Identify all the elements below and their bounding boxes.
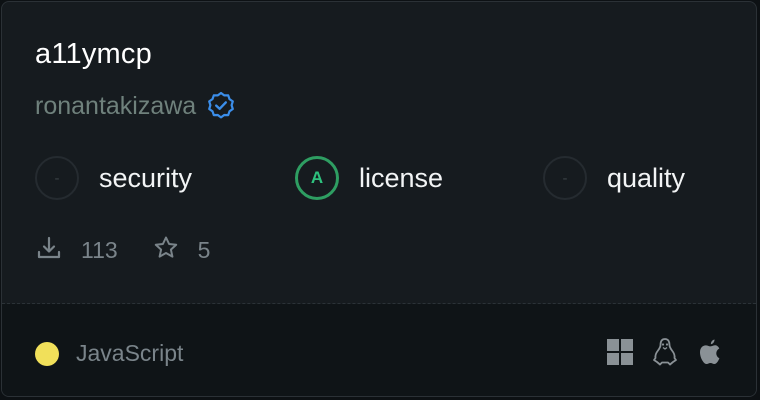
stars-count: 5	[197, 237, 211, 263]
platforms	[590, 337, 725, 367]
windows-icon	[605, 337, 635, 367]
language-name: JavaScript	[76, 340, 184, 366]
security-grade-circle: -	[35, 156, 79, 200]
license-grade-circle: A	[295, 156, 339, 200]
quality-grade-circle: -	[543, 156, 587, 200]
quality-label: quality	[607, 162, 686, 193]
card-footer: JavaScript	[2, 304, 756, 396]
language-indicator: JavaScript	[35, 340, 183, 367]
linux-icon	[650, 337, 680, 367]
stars-stat: 5	[152, 234, 211, 267]
downloads-stat: 113	[35, 234, 118, 267]
author-row: ronantakizawa	[35, 90, 237, 122]
score-license[interactable]: A license	[295, 156, 443, 200]
stats-row: 113 5	[35, 234, 244, 267]
author-name[interactable]: ronantakizawa	[35, 92, 196, 121]
apple-icon	[695, 337, 725, 367]
license-label: license	[359, 162, 444, 193]
package-card[interactable]: a11ymcp ronantakizawa - security A licen…	[1, 1, 757, 397]
package-name[interactable]: a11ymcp	[35, 38, 152, 71]
security-label: security	[99, 162, 193, 193]
language-color-dot	[35, 341, 59, 366]
verified-badge-icon	[205, 90, 237, 122]
score-security[interactable]: - security	[35, 156, 192, 200]
scores-row: - security A license - quality	[35, 156, 735, 204]
star-icon	[152, 234, 180, 267]
download-icon	[35, 234, 63, 267]
score-quality[interactable]: - quality	[543, 156, 685, 200]
downloads-count: 113	[81, 237, 118, 263]
